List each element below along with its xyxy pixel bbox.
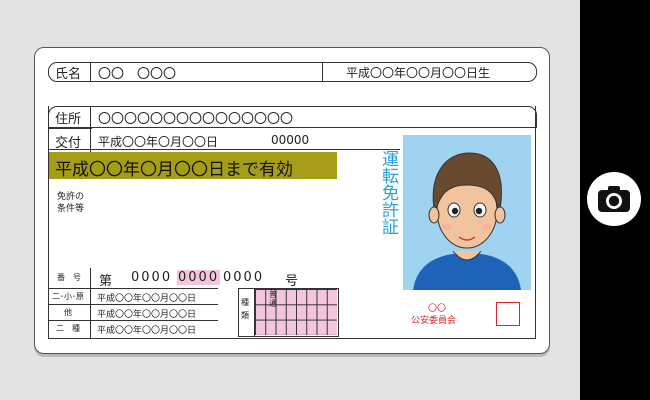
seal-stamp-box	[496, 302, 520, 326]
class-label-3: 二 種	[56, 324, 80, 333]
drivers-license-card: 氏名 〇〇 〇〇〇 平成〇〇年〇〇月〇〇日生 住所 〇〇〇〇〇〇〇〇〇〇〇〇〇〇…	[34, 47, 550, 354]
number-prefix: 第	[99, 274, 113, 289]
birth-date: 平成〇〇年〇〇月〇〇日生	[346, 66, 491, 80]
birth-divider	[322, 63, 323, 81]
portrait-photo	[403, 135, 531, 290]
issue-top-line	[48, 128, 92, 129]
class-date-2: 平成〇〇年〇〇月〇〇日	[97, 310, 197, 320]
type-label: 種類	[241, 298, 249, 320]
issue-bottom-line	[48, 149, 400, 150]
body-bottom-border	[48, 338, 536, 339]
issue-number: 00000	[271, 133, 310, 147]
address-label: 住所	[55, 112, 82, 127]
number-digits-b: 0000	[177, 270, 221, 285]
camera-capture-button[interactable]	[587, 172, 641, 226]
number-digits-c: 0000	[223, 270, 265, 285]
class-date-3: 平成〇〇年〇〇月〇〇日	[97, 326, 197, 336]
class-date-1: 平成〇〇年〇〇月〇〇日	[97, 294, 197, 304]
class-row-line-2	[48, 304, 218, 305]
address-value: 〇〇〇〇〇〇〇〇〇〇〇〇〇〇〇	[98, 112, 294, 127]
license-title: 運転免許証	[378, 150, 398, 235]
class-row-line-3	[48, 320, 218, 321]
type-cells	[255, 289, 337, 335]
number-digits-a: 0000	[131, 270, 173, 285]
class-label-1: 二･小･原	[52, 292, 84, 301]
camera-icon	[598, 186, 630, 212]
number-suffix: 号	[285, 274, 299, 289]
issue-date: 平成〇〇年〇月〇〇日	[98, 135, 219, 149]
valid-until: 平成〇〇年〇月〇〇日まで有効	[55, 160, 293, 180]
name-value: 〇〇 〇〇〇	[98, 67, 177, 82]
commission-line-2: 公安委員会	[411, 316, 457, 326]
class-column-divider	[90, 268, 91, 338]
conditions-label-2: 条件等	[57, 204, 85, 214]
type-first-cell-2: 通	[269, 299, 277, 308]
name-label: 氏名	[55, 67, 82, 82]
class-row-line-1	[48, 288, 218, 289]
number-label: 番 号	[57, 273, 81, 282]
body-right-border	[535, 106, 536, 339]
class-label-2: 他	[64, 308, 72, 317]
name-divider	[90, 63, 91, 81]
